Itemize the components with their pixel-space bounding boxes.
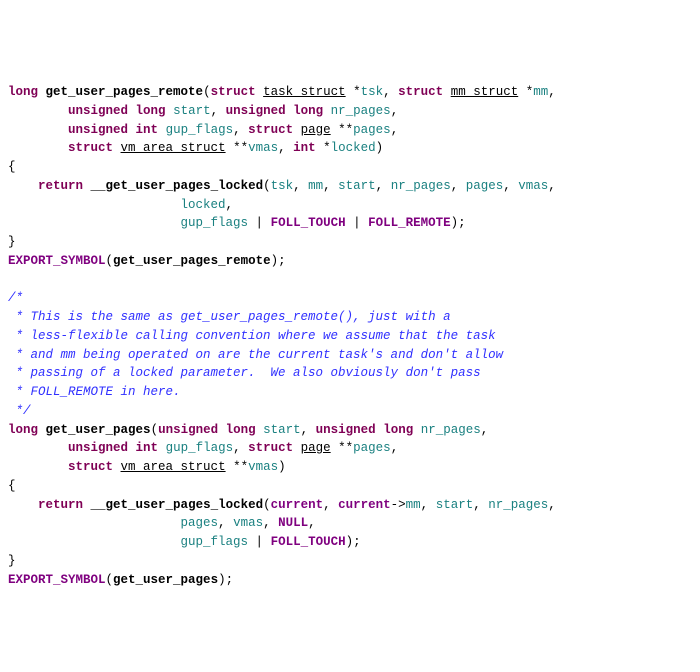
kw-long: long (136, 104, 166, 118)
kw-unsigned: unsigned (158, 423, 218, 437)
kw-struct: struct (68, 460, 113, 474)
param-gup_flags: gup_flags (166, 441, 234, 455)
code-block: long get_user_pages_remote(struct task_s… (8, 85, 556, 587)
type-task_struct: task_struct (263, 85, 346, 99)
field-mm: mm (406, 498, 421, 512)
type-mm_struct: mm_struct (451, 85, 519, 99)
arg-tsk: tsk (271, 179, 294, 193)
kw-struct: struct (248, 123, 293, 137)
kw-long: long (8, 423, 38, 437)
macro-export-symbol: EXPORT_SYMBOL (8, 254, 106, 268)
arg-vmas: vmas (233, 516, 263, 530)
type-vm_area_struct: vm_area_struct (121, 460, 226, 474)
kw-int: int (136, 123, 159, 137)
kw-struct: struct (248, 441, 293, 455)
arg-start: start (436, 498, 474, 512)
const-foll-touch: FOLL_TOUCH (271, 535, 346, 549)
type-page: page (301, 441, 331, 455)
kw-long: long (293, 104, 323, 118)
const-foll-remote: FOLL_REMOTE (368, 216, 451, 230)
arg-mm: mm (308, 179, 323, 193)
export-arg: get_user_pages (113, 573, 218, 587)
kw-struct: struct (398, 85, 443, 99)
const-current: current (271, 498, 324, 512)
param-pages: pages (353, 441, 391, 455)
arg-vmas: vmas (518, 179, 548, 193)
param-nr_pages: nr_pages (331, 104, 391, 118)
const-null: NULL (278, 516, 308, 530)
fn-__get_user_pages_locked: __get_user_pages_locked (91, 498, 264, 512)
const-foll-touch: FOLL_TOUCH (271, 216, 346, 230)
arg-nr_pages: nr_pages (391, 179, 451, 193)
param-gup_flags: gup_flags (166, 123, 234, 137)
fn-__get_user_pages_locked: __get_user_pages_locked (91, 179, 264, 193)
param-pages: pages (353, 123, 391, 137)
arg-nr_pages: nr_pages (488, 498, 548, 512)
kw-return: return (38, 498, 83, 512)
kw-int: int (136, 441, 159, 455)
comment-line: * less-flexible calling convention where… (8, 329, 496, 343)
kw-long: long (226, 423, 256, 437)
kw-struct: struct (211, 85, 256, 99)
kw-unsigned: unsigned (68, 441, 128, 455)
kw-unsigned: unsigned (68, 123, 128, 137)
kw-unsigned: unsigned (68, 104, 128, 118)
param-locked: locked (331, 141, 376, 155)
comment-line: * This is the same as get_user_pages_rem… (8, 310, 451, 324)
arg-gup_flags: gup_flags (181, 535, 249, 549)
comment-line: */ (8, 404, 31, 418)
const-current: current (338, 498, 391, 512)
param-start: start (173, 104, 211, 118)
kw-unsigned: unsigned (316, 423, 376, 437)
arg-locked: locked (181, 198, 226, 212)
comment-line: * passing of a locked parameter. We also… (8, 366, 481, 380)
fn-get_user_pages: get_user_pages (46, 423, 151, 437)
comment-line: * FOLL_REMOTE in here. (8, 385, 181, 399)
export-arg: get_user_pages_remote (113, 254, 271, 268)
fn-get_user_pages_remote: get_user_pages_remote (46, 85, 204, 99)
kw-unsigned: unsigned (226, 104, 286, 118)
param-nr_pages: nr_pages (421, 423, 481, 437)
kw-struct: struct (68, 141, 113, 155)
comment-line: * and mm being operated on are the curre… (8, 348, 503, 362)
type-vm_area_struct: vm_area_struct (121, 141, 226, 155)
kw-return: return (38, 179, 83, 193)
kw-int: int (293, 141, 316, 155)
kw-long: long (383, 423, 413, 437)
param-mm: mm (533, 85, 548, 99)
type-page: page (301, 123, 331, 137)
kw-long: long (8, 85, 38, 99)
param-vmas: vmas (248, 460, 278, 474)
arg-start: start (338, 179, 376, 193)
param-tsk: tsk (361, 85, 384, 99)
arg-gup_flags: gup_flags (181, 216, 249, 230)
param-vmas: vmas (248, 141, 278, 155)
comment-line: /* (8, 291, 23, 305)
macro-export-symbol: EXPORT_SYMBOL (8, 573, 106, 587)
arg-pages: pages (466, 179, 504, 193)
arg-pages: pages (181, 516, 219, 530)
param-start: start (263, 423, 301, 437)
